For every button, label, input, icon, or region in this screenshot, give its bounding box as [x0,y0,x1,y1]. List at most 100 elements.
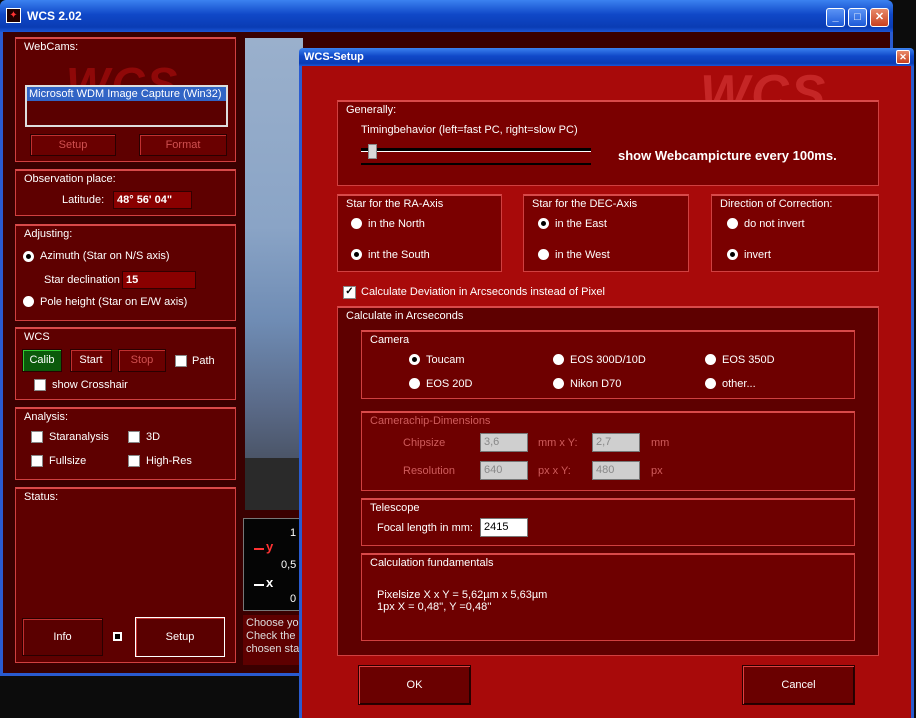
azimuth-radio[interactable] [23,251,34,262]
focal-length-label: Focal length in mm: [377,522,473,534]
wcs-group: WCS Calib Start Stop Path show Crosshair [15,327,236,400]
minimize-button[interactable]: _ [826,8,845,27]
res-y-field[interactable]: 480 [592,461,640,480]
latitude-field[interactable]: 48° 56' 04" [113,191,192,209]
dec-east-radio[interactable] [538,218,549,229]
y-legend-label: y [266,539,274,554]
azimuth-label: Azimuth (Star on N/S axis) [40,250,170,262]
nikon-radio[interactable] [553,378,564,389]
timing-slider-thumb[interactable] [367,144,377,159]
toucam-label: Toucam [426,354,465,366]
maximize-button[interactable]: □ [848,8,867,27]
telescope-label: Telescope [370,502,420,514]
chip-mm: mm [651,437,670,449]
arcsec-label: Calculate in Arcseconds [346,310,464,322]
other-label: other... [722,378,756,390]
chip-label: Camerachip-Dimensions [370,415,491,427]
res-x-field[interactable]: 640 [480,461,528,480]
timing-slider-track[interactable] [361,148,591,152]
info-button[interactable]: Info [22,618,103,656]
fullsize-label: Fullsize [49,455,87,467]
declination-field[interactable]: 15 [122,271,196,289]
crosshair-checkbox[interactable] [34,379,46,391]
focal-length-field[interactable]: 2415 [480,518,528,537]
chip-y-field[interactable]: 2,7 [592,433,640,452]
chip-group: Camerachip-Dimensions Chipsize 3,6 mm x … [361,411,855,491]
hint-box: Choose you Check the c chosen star [243,615,303,665]
timing-label: Timingbehavior (left=fast PC, right=slow… [361,124,578,136]
toucam-radio[interactable] [409,354,420,365]
status-setup-button[interactable]: Setup [135,617,225,657]
fullsize-checkbox[interactable] [31,455,43,467]
setup-close-button[interactable]: ✕ [896,50,910,64]
threed-checkbox[interactable] [128,431,140,443]
ra-north-label: in the North [368,218,425,230]
path-label: Path [192,355,215,367]
webcam-setup-button[interactable]: Setup [30,134,116,156]
deviation-graph: y x 1 0,5 0 [243,518,303,611]
eos350-radio[interactable] [705,354,716,365]
y-tick-0: 0 [290,593,297,605]
direction-group: Direction of Correction: do not invert i… [711,194,879,272]
pole-height-radio[interactable] [23,296,34,307]
analysis-label: Analysis: [24,411,69,423]
main-titlebar[interactable]: ✦ WCS 2.02 _ □ ✕ [0,0,893,32]
setup-titlebar[interactable]: WCS-Setup ✕ [299,48,914,66]
eos20-radio[interactable] [409,378,420,389]
invert-label: invert [744,249,771,261]
calc-deviation-label: Calculate Deviation in Arcseconds instea… [361,286,605,298]
dec-axis-group: Star for the DEC-Axis in the East in the… [523,194,689,272]
dec-east-label: in the East [555,218,607,230]
chip-mm-x-y: mm x Y: [538,437,578,449]
chipsize-label: Chipsize [403,437,446,449]
hint-line-3: chosen star [246,643,303,655]
x-legend-label: x [266,575,274,590]
observation-group: Observation place: Latitude: 48° 56' 04" [15,169,236,216]
highres-checkbox[interactable] [128,455,140,467]
y-legend-line [254,548,264,550]
highres-label: High-Res [146,455,192,467]
staranalysis-checkbox[interactable] [31,431,43,443]
fundamentals-group: Calculation fundamentals Pixelsize X x Y… [361,553,855,641]
direction-label: Direction of Correction: [720,198,833,210]
generally-group: Generally: Timingbehavior (left=fast PC,… [337,100,879,186]
calc-deviation-checkbox[interactable]: ✓ [343,286,356,299]
res-px: px [651,465,663,477]
dec-axis-label: Star for the DEC-Axis [532,198,638,210]
hint-line-1: Choose you [246,617,303,629]
latitude-label: Latitude: [62,194,105,206]
other-radio[interactable] [705,378,716,389]
resolution-label: Resolution [403,465,455,477]
invert-radio[interactable] [727,249,738,260]
webcam-list[interactable]: Microsoft WDM Image Capture (Win32) [25,85,228,127]
chip-x-field[interactable]: 3,6 [480,433,528,452]
declination-label: Star declination [44,274,120,286]
ra-south-radio[interactable] [351,249,362,260]
show-interval-text: show Webcampicture every 100ms. [618,148,837,163]
cancel-button[interactable]: Cancel [742,665,855,705]
webcams-group: WCS WebCams: Microsoft WDM Image Capture… [15,37,236,162]
ok-button[interactable]: OK [358,665,471,705]
status-indicator [113,632,122,641]
webcam-preview[interactable] [245,38,303,510]
stop-button[interactable]: Stop [118,349,166,372]
pixelsize-text: Pixelsize X x Y = 5,62µm x 5,63µm [377,589,548,601]
no-invert-radio[interactable] [727,218,738,229]
hint-line-2: Check the c [246,630,303,642]
close-button[interactable]: ✕ [870,8,889,27]
ra-south-label: int the South [368,249,430,261]
x-legend-line [254,584,264,586]
path-checkbox[interactable] [175,355,187,367]
status-group: Status: Info Setup [15,487,236,663]
adjusting-group: Adjusting: Azimuth (Star on N/S axis) St… [15,224,236,321]
dec-west-radio[interactable] [538,249,549,260]
eos300-radio[interactable] [553,354,564,365]
crosshair-label: show Crosshair [52,379,128,391]
start-button[interactable]: Start [70,349,112,372]
y-tick-05: 0,5 [281,559,297,571]
webcam-list-item[interactable]: Microsoft WDM Image Capture (Win32) [27,87,226,101]
webcam-format-button[interactable]: Format [139,134,227,156]
calib-button[interactable]: Calib [22,349,62,372]
no-invert-label: do not invert [744,218,805,230]
ra-north-radio[interactable] [351,218,362,229]
